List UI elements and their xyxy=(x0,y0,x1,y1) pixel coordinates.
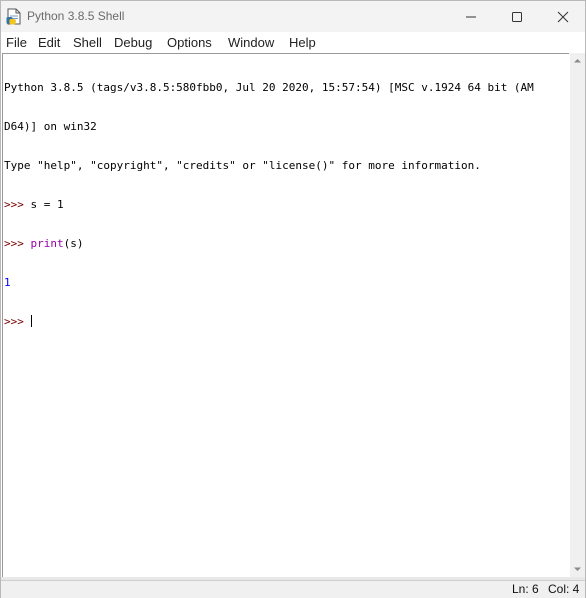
close-icon xyxy=(557,11,569,23)
menu-window[interactable]: Window xyxy=(228,35,274,50)
menu-file[interactable]: File xyxy=(6,35,27,50)
close-button[interactable] xyxy=(540,1,586,32)
builtin-keyword: print xyxy=(30,237,64,250)
shell-prompt: >>> xyxy=(4,198,31,211)
banner-line: D64)] on win32 xyxy=(4,120,97,133)
menu-shell[interactable]: Shell xyxy=(73,35,102,50)
scroll-down-icon[interactable] xyxy=(570,562,585,577)
maximize-button[interactable] xyxy=(494,1,540,32)
idle-shell-window: Python 3.8.5 Shell File Edit Shell Debug… xyxy=(0,0,586,598)
input-line: >>> s = 1 xyxy=(4,198,534,211)
window-title: Python 3.8.5 Shell xyxy=(27,9,125,23)
banner-line: Python 3.8.5 (tags/v3.8.5:580fbb0, Jul 2… xyxy=(4,81,534,94)
minimize-button[interactable] xyxy=(448,1,494,32)
scroll-up-icon[interactable] xyxy=(570,53,585,68)
vertical-scrollbar[interactable] xyxy=(570,53,585,577)
shell-text-area[interactable]: Python 3.8.5 (tags/v3.8.5:580fbb0, Jul 2… xyxy=(2,53,569,578)
menu-help[interactable]: Help xyxy=(289,35,316,50)
stdout-line: 1 xyxy=(4,276,11,289)
input-line: >>> print(s) xyxy=(4,237,534,250)
python-idle-icon[interactable] xyxy=(6,8,22,25)
shell-prompt: >>> xyxy=(4,237,31,250)
status-bar: Ln: 6 Col: 4 xyxy=(1,580,585,598)
text-cursor xyxy=(30,315,32,327)
shell-prompt: >>> xyxy=(4,315,31,328)
input-code: (s) xyxy=(63,237,84,250)
current-prompt-line: >>> xyxy=(4,315,534,328)
menu-bar: File Edit Shell Debug Options Window Hel… xyxy=(1,32,585,53)
menu-options[interactable]: Options xyxy=(167,35,212,50)
shell-output: Python 3.8.5 (tags/v3.8.5:580fbb0, Jul 2… xyxy=(4,55,534,354)
input-code: s = 1 xyxy=(30,198,64,211)
menu-debug[interactable]: Debug xyxy=(114,35,152,50)
menu-edit[interactable]: Edit xyxy=(38,35,60,50)
minimize-icon xyxy=(466,16,476,18)
banner-line: Type "help", "copyright", "credits" or "… xyxy=(4,159,481,172)
title-bar[interactable]: Python 3.8.5 Shell xyxy=(1,1,585,32)
line-number-indicator: Ln: 6 xyxy=(512,582,539,596)
maximize-icon xyxy=(512,12,522,22)
column-number-indicator: Col: 4 xyxy=(548,582,580,596)
